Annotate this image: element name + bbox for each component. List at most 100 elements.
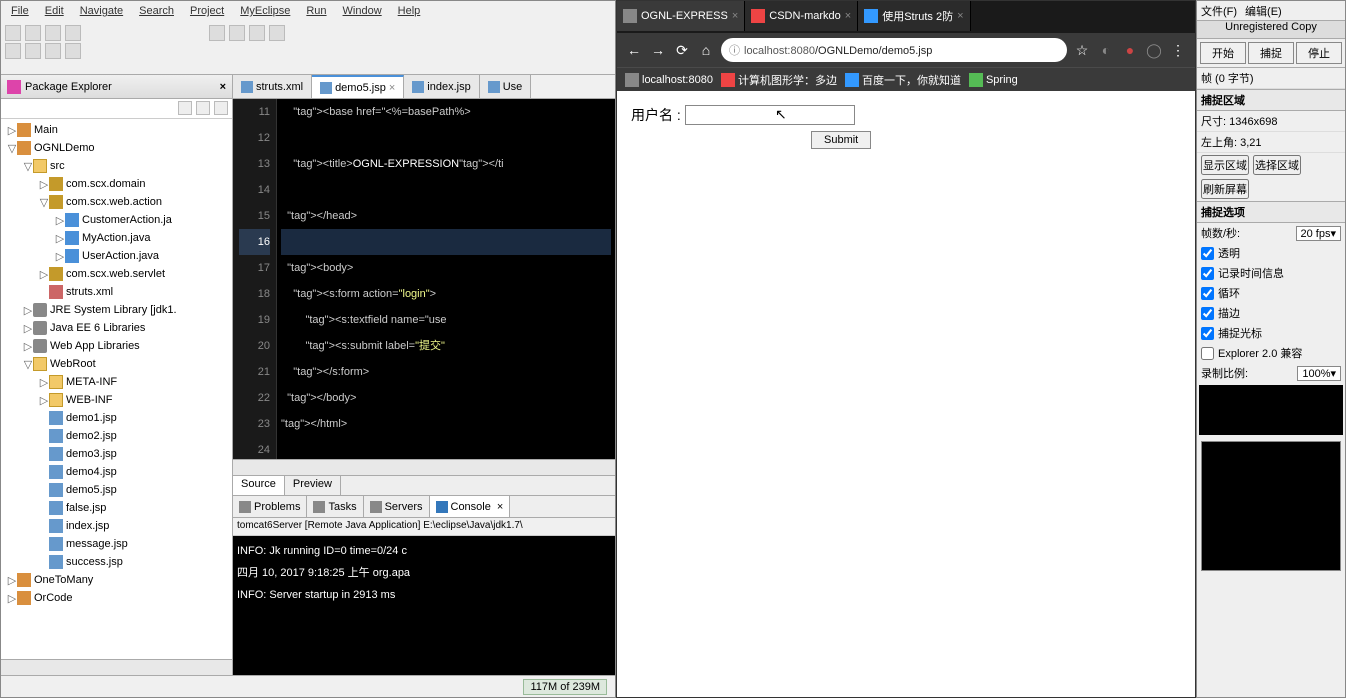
start-button[interactable]: 开始 <box>1200 42 1246 64</box>
collapse-icon[interactable] <box>178 101 192 115</box>
link-icon[interactable] <box>196 101 210 115</box>
bookmark[interactable]: localhost:8080 <box>625 73 713 87</box>
menu-window[interactable]: Window <box>337 3 388 21</box>
save-icon[interactable] <box>25 25 41 41</box>
tree-item[interactable]: ▷UserAction.java <box>1 247 232 265</box>
tree-item[interactable]: ▷Java EE 6 Libraries <box>1 319 232 337</box>
editor-scrollbar[interactable] <box>233 459 615 475</box>
debug-icon[interactable] <box>209 25 225 41</box>
tree-item[interactable]: index.jsp <box>1 517 232 535</box>
editor-tab[interactable]: Use <box>480 75 532 98</box>
site-info-icon[interactable]: ⓘ <box>729 42 740 58</box>
opt-loop[interactable] <box>1201 287 1214 300</box>
tree-item[interactable]: ▽src <box>1 157 232 175</box>
cap-menu-edit[interactable]: 编辑(E) <box>1245 3 1282 18</box>
editor-tab[interactable]: struts.xml <box>233 75 312 98</box>
menu-navigate[interactable]: Navigate <box>74 3 129 21</box>
cap-menu-file[interactable]: 文件(F) <box>1201 3 1237 18</box>
close-icon[interactable]: × <box>220 81 226 93</box>
tree-item[interactable]: ▽OGNLDemo <box>1 139 232 157</box>
tree-item[interactable]: ▷Main <box>1 121 232 139</box>
class-icon[interactable] <box>269 25 285 41</box>
menu-icon[interactable] <box>214 101 228 115</box>
stop-button[interactable]: 停止 <box>1296 42 1342 64</box>
home-button[interactable]: ⌂ <box>697 42 715 58</box>
tab-tasks[interactable]: Tasks <box>307 496 363 517</box>
bookmark[interactable]: Spring <box>969 73 1018 87</box>
menu-myeclipse[interactable]: MyEclipse <box>234 3 296 21</box>
tree-item[interactable]: demo3.jsp <box>1 445 232 463</box>
editor-tab[interactable]: index.jsp <box>404 75 479 98</box>
editor-tab[interactable]: demo5.jsp × <box>312 75 404 98</box>
tree-item[interactable]: ▷WEB-INF <box>1 391 232 409</box>
tree-item[interactable]: struts.xml <box>1 283 232 301</box>
tree-item[interactable]: ▷MyAction.java <box>1 229 232 247</box>
browser-tab[interactable]: 使用Struts 2防× <box>858 1 970 31</box>
menu-button[interactable]: ⋮ <box>1169 42 1187 59</box>
star-icon[interactable]: ☆ <box>1073 42 1091 59</box>
open-icon[interactable] <box>45 25 61 41</box>
back-button[interactable]: ← <box>625 42 643 58</box>
tree-item[interactable]: ▽WebRoot <box>1 355 232 373</box>
tree-item[interactable]: ▷com.scx.web.servlet <box>1 265 232 283</box>
tree-item[interactable]: demo4.jsp <box>1 463 232 481</box>
opt-time[interactable] <box>1201 267 1214 280</box>
browser-tab[interactable]: OGNL-EXPRESS× <box>617 1 745 31</box>
fps-select[interactable]: 20 fps▾ <box>1296 226 1342 241</box>
tab-servers[interactable]: Servers <box>364 496 430 517</box>
submit-button[interactable]: Submit <box>811 131 871 149</box>
tree-item[interactable]: ▷META-INF <box>1 373 232 391</box>
ext2-icon[interactable]: ● <box>1121 42 1139 58</box>
code-editor[interactable]: 1112131415161718192021222324 "tag"><base… <box>233 99 615 459</box>
menu-edit[interactable]: Edit <box>39 3 70 21</box>
address-bar[interactable]: ⓘ localhost:8080/OGNLDemo/demo5.jsp <box>721 38 1067 62</box>
ext3-icon[interactable]: ◯ <box>1145 42 1163 59</box>
tree-item[interactable]: demo1.jsp <box>1 409 232 427</box>
opt-border[interactable] <box>1201 307 1214 320</box>
tree-item[interactable]: ▷Web App Libraries <box>1 337 232 355</box>
ext1-icon[interactable]: ◐ <box>1097 42 1115 58</box>
back-icon[interactable] <box>45 43 61 59</box>
tree-item[interactable]: ▷OrCode <box>1 589 232 607</box>
username-input[interactable] <box>685 105 855 125</box>
tree-item[interactable]: ▷com.scx.domain <box>1 175 232 193</box>
tree-item[interactable]: ▽com.scx.web.action <box>1 193 232 211</box>
console-output[interactable]: INFO: Jk running ID=0 time=0/24 c四月 10, … <box>233 536 615 675</box>
tree-item[interactable]: demo2.jsp <box>1 427 232 445</box>
select-region-button[interactable]: 选择区域 <box>1253 155 1301 175</box>
menu-run[interactable]: Run <box>300 3 332 21</box>
show-region-button[interactable]: 显示区域 <box>1201 155 1249 175</box>
tree-item[interactable]: ▷OneToMany <box>1 571 232 589</box>
forward-button[interactable]: → <box>649 42 667 58</box>
bookmark[interactable]: 计算机图形学：多边 <box>721 72 837 88</box>
print-icon[interactable] <box>65 25 81 41</box>
tab-source[interactable]: Source <box>233 476 285 495</box>
redo-icon[interactable] <box>25 43 41 59</box>
opt-cursor[interactable] <box>1201 327 1214 340</box>
menu-search[interactable]: Search <box>133 3 180 21</box>
tab-preview[interactable]: Preview <box>285 476 341 495</box>
new-icon[interactable] <box>5 25 21 41</box>
tab-console[interactable]: Console × <box>430 496 511 517</box>
refresh-button[interactable]: 刷新屏幕 <box>1201 179 1249 199</box>
capture-button[interactable]: 捕捉 <box>1248 42 1294 64</box>
undo-icon[interactable] <box>5 43 21 59</box>
tree-item[interactable]: ▷JRE System Library [jdk1. <box>1 301 232 319</box>
scrollbar-horizontal[interactable] <box>1 659 232 675</box>
package-icon[interactable] <box>249 25 265 41</box>
run-icon[interactable] <box>229 25 245 41</box>
ratio-select[interactable]: 100%▾ <box>1297 366 1341 381</box>
browser-tab[interactable]: CSDN-markdo× <box>745 1 858 31</box>
tree-item[interactable]: success.jsp <box>1 553 232 571</box>
menu-project[interactable]: Project <box>184 3 230 21</box>
bookmark[interactable]: 百度一下，你就知道 <box>845 72 961 88</box>
menu-help[interactable]: Help <box>392 3 427 21</box>
opt-transparent[interactable] <box>1201 247 1214 260</box>
tab-problems[interactable]: Problems <box>233 496 307 517</box>
opt-compat[interactable] <box>1201 347 1214 360</box>
reload-button[interactable]: ⟳ <box>673 42 691 59</box>
menu-file[interactable]: File <box>5 3 35 21</box>
forward-icon[interactable] <box>65 43 81 59</box>
tree-item[interactable]: message.jsp <box>1 535 232 553</box>
tree-item[interactable]: ▷CustomerAction.ja <box>1 211 232 229</box>
